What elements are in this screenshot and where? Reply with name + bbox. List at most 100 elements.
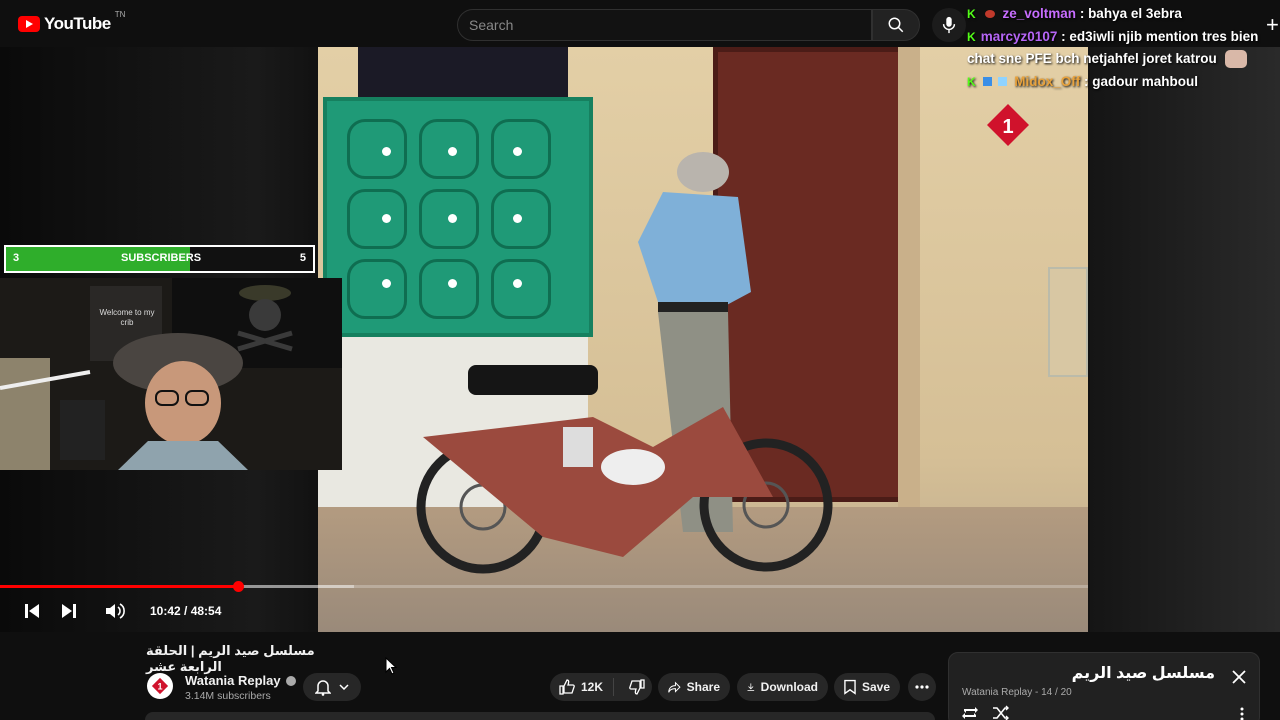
shuffle-icon[interactable] [992, 705, 1010, 720]
thumbs-down-icon [629, 679, 645, 695]
search-box[interactable] [457, 9, 872, 41]
skip-previous-icon [25, 604, 39, 618]
description-box[interactable] [145, 712, 935, 720]
thumbs-up-icon [559, 679, 575, 695]
chat-text: gadour mahboul [1092, 74, 1199, 89]
chat-separator: : [1080, 74, 1093, 89]
window-dot [448, 279, 457, 288]
scene-door-frame [898, 47, 920, 507]
watania-channel-logo: 1 [987, 104, 1029, 146]
search-button[interactable] [872, 9, 920, 41]
progress-played [0, 585, 239, 588]
scene-green-window [323, 97, 593, 337]
download-label: Download [760, 680, 818, 694]
chat-username: Midox_Off [1014, 74, 1081, 89]
scene-meter-box [1048, 267, 1088, 377]
mute-button[interactable] [106, 601, 126, 621]
progress-bar[interactable] [0, 581, 1088, 592]
playlist-meta: Watania Replay - 14 / 20 [962, 687, 1072, 698]
more-actions-button[interactable] [908, 673, 936, 701]
subscriber-goal-label: SUBSCRIBERS [121, 252, 202, 264]
skip-next-icon [62, 604, 76, 618]
playlist-title[interactable]: مسلسل صيد الريم [1072, 663, 1215, 683]
window-dot [513, 279, 522, 288]
player-side-shade [1090, 47, 1280, 632]
emoji-badge-icon [984, 10, 995, 18]
youtube-logo[interactable]: YouTube TN [18, 10, 125, 34]
share-label: Share [686, 680, 720, 694]
loop-icon[interactable] [961, 705, 979, 720]
verified-badge-icon [285, 676, 296, 686]
share-button[interactable]: Share [658, 673, 730, 701]
svg-text:1: 1 [157, 682, 162, 692]
channel-name-text: Watania Replay [185, 673, 281, 688]
chat-separator: : [1076, 6, 1089, 21]
chevron-down-icon [339, 684, 349, 690]
like-dislike-group: 12K [550, 673, 652, 701]
previous-button[interactable] [22, 601, 42, 621]
window-pattern [347, 189, 407, 249]
scene-upper-window [358, 47, 568, 97]
subscriber-goal-bar: 3 SUBSCRIBERS 5 [4, 245, 315, 273]
save-button[interactable]: Save [834, 673, 900, 701]
channel-name[interactable]: Watania Replay [185, 673, 296, 688]
channel-avatar[interactable]: 1 [147, 673, 173, 699]
microphone-arm [0, 358, 105, 470]
time-display: 10:42 / 48:54 [150, 604, 222, 618]
channel-logo-icon: 1 [151, 677, 169, 695]
window-dot [448, 214, 457, 223]
chat-message: K ze_voltman : bahya el 3ebra [963, 2, 1280, 26]
webcam-poster-text: Welcome to my crib [99, 308, 155, 327]
subscriber-badge-icon [997, 77, 1007, 86]
gift-badge-icon [982, 77, 992, 86]
chat-message: K marcyz0107 : ed3iwli njib mention tres… [963, 26, 1280, 70]
window-pattern [347, 259, 407, 319]
next-button[interactable] [59, 601, 79, 621]
window-dot [513, 214, 522, 223]
chat-username: marcyz0107 [980, 29, 1058, 44]
kick-badge-icon: K [967, 7, 976, 21]
chat-separator: : [1057, 29, 1070, 44]
microphone-icon [942, 16, 956, 34]
window-pattern [491, 259, 551, 319]
chat-message: K Midox_Off : gadour mahboul [963, 70, 1280, 94]
video-title: مسلسل صيد الريم | الحلقة الرابعة عشر [146, 643, 315, 674]
save-label: Save [861, 680, 890, 694]
chat-overlay: K ze_voltman : bahya el 3ebra K marcyz01… [963, 2, 1280, 102]
window-pattern [347, 119, 407, 179]
window-dot [513, 147, 522, 156]
volume-icon [106, 603, 125, 619]
subscriber-goal-target: 5 [299, 252, 306, 264]
playlist-panel: مسلسل صيد الريم Watania Replay - 14 / 20 [948, 652, 1260, 720]
youtube-play-icon [18, 16, 40, 32]
window-pattern [419, 259, 479, 319]
window-dot [382, 279, 391, 288]
voice-search-button[interactable] [932, 8, 966, 42]
close-icon[interactable] [1231, 669, 1247, 685]
more-horizontal-icon [915, 685, 929, 689]
window-dot [382, 214, 391, 223]
kick-badge-icon: K [967, 30, 976, 44]
chat-text: bahya el 3ebra [1088, 6, 1182, 21]
share-icon [668, 680, 681, 693]
video-frame[interactable]: 1 [318, 47, 1088, 632]
download-icon [747, 683, 755, 691]
like-count: 12K [581, 680, 604, 694]
search-input[interactable] [469, 17, 871, 33]
kick-badge-icon: K [967, 75, 976, 89]
window-dot [382, 147, 391, 156]
bookmark-icon [844, 679, 856, 695]
scene-moped [416, 365, 833, 574]
subscriber-goal-current: 3 [13, 252, 20, 264]
streamer-figure [113, 333, 248, 470]
notification-bell-button[interactable] [303, 673, 361, 701]
more-vertical-icon[interactable] [1239, 707, 1245, 720]
dislike-button[interactable] [620, 679, 645, 695]
logo-country-code: TN [114, 10, 126, 19]
mouse-cursor-icon [385, 657, 397, 675]
window-dot [448, 147, 457, 156]
svg-text:1: 1 [1002, 116, 1013, 138]
channel-subscriber-count: 3.14M subscribers [185, 690, 271, 702]
like-button[interactable]: 12K [550, 678, 615, 696]
download-button[interactable]: Download [737, 673, 828, 701]
